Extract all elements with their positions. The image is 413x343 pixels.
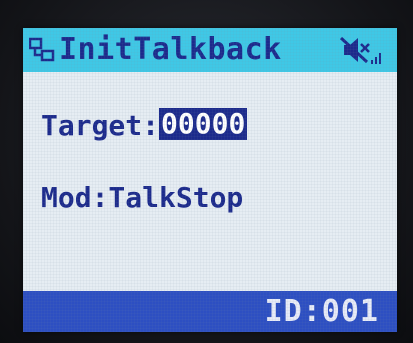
talkback-icon <box>29 37 55 62</box>
title-bar: InitTalkback <box>23 28 397 72</box>
device-id: ID:001 <box>264 294 379 329</box>
target-label: Target: <box>41 109 160 142</box>
status-bar: ID:001 <box>23 291 397 332</box>
page-title: InitTalkback <box>59 32 282 67</box>
device-bezel: InitTalkback Target:00000 Mod:TalkStop I… <box>0 0 413 343</box>
mode-status: Mod:TalkStop <box>41 181 244 214</box>
signal-icon <box>371 53 381 64</box>
target-input[interactable]: 00000 <box>159 108 248 140</box>
mute-icon <box>339 36 370 64</box>
lcd-screen: InitTalkback Target:00000 Mod:TalkStop I… <box>23 28 397 332</box>
target-row: Target:00000 <box>41 106 248 146</box>
